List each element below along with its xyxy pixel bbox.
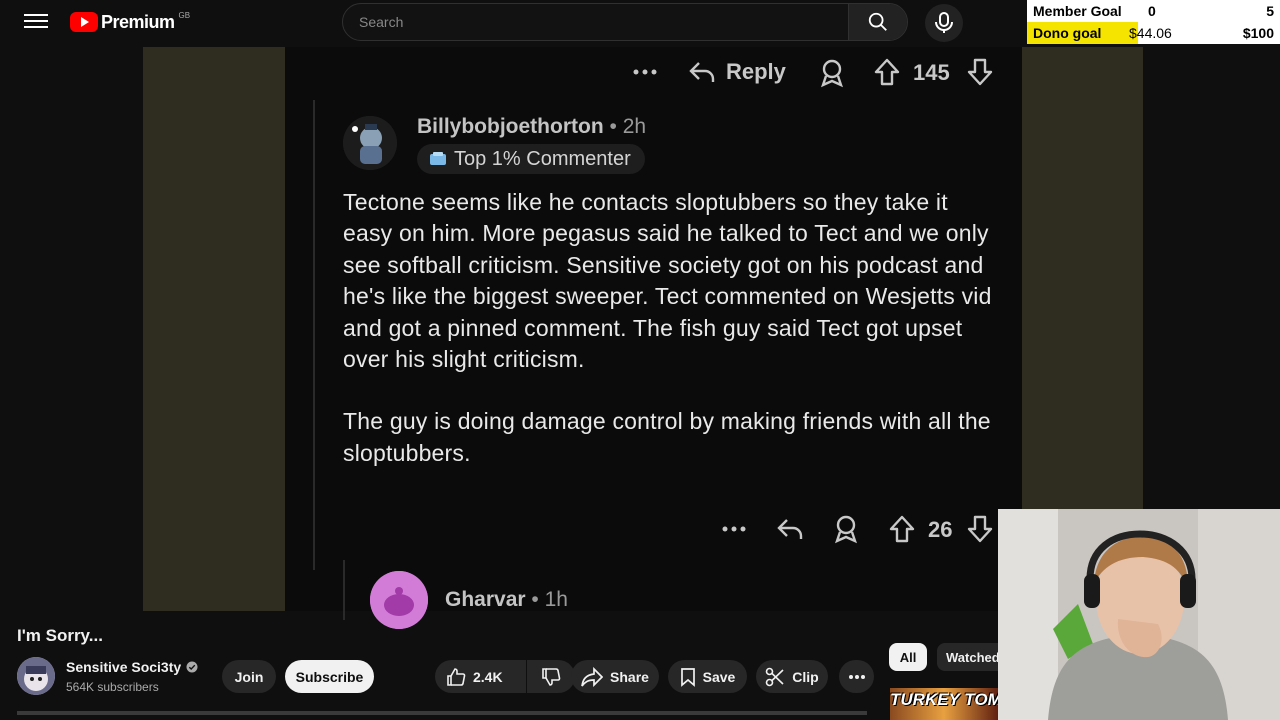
logo-text: Premium [101, 11, 175, 32]
channel-avatar[interactable] [17, 657, 55, 695]
clip-label: Clip [792, 668, 819, 685]
search-icon [868, 12, 887, 31]
clip-button[interactable]: Clip [756, 660, 828, 693]
dono-goal-current: $44.06 [1129, 25, 1172, 41]
top-commenter-badge: Top 1% Commenter [417, 144, 645, 174]
like-count: 2.4K [473, 668, 503, 685]
save-button[interactable]: Save [668, 660, 747, 693]
video-side-panel-left [143, 47, 285, 611]
reply-label: Reply [726, 59, 786, 84]
downvote-icon[interactable] [966, 57, 994, 87]
channel-name-text[interactable]: Sensitive Soci3ty [66, 659, 181, 675]
avatar[interactable] [370, 571, 428, 629]
join-label: Join [234, 668, 264, 685]
more-options-icon[interactable] [721, 519, 747, 539]
search-bar [342, 3, 908, 41]
member-goal-current: 0 [1148, 3, 1156, 19]
share-icon [581, 666, 604, 687]
streamer-webcam [998, 509, 1280, 720]
member-goal-target: 5 [1266, 3, 1274, 19]
search-input[interactable] [343, 4, 848, 40]
microphone-icon [935, 12, 953, 33]
award-icon[interactable] [818, 58, 846, 88]
comment-score: 26 [928, 517, 953, 542]
comment-body: Tectone seems like he contacts sloptubbe… [343, 187, 993, 500]
upvote-icon[interactable] [888, 514, 916, 544]
downvote-icon[interactable] [966, 514, 994, 544]
subscribe-button[interactable]: Subscribe [285, 660, 374, 693]
author-name[interactable]: Billybobjoethorton [417, 115, 604, 138]
thumbs-down-icon [542, 667, 561, 686]
stream-goal-overlay: Member Goal 0 5 Dono goal $44.06 $100 [1027, 0, 1280, 44]
voice-search-button[interactable] [925, 4, 963, 42]
bookmark-icon [680, 667, 695, 687]
video-title: I'm Sorry... [17, 626, 103, 645]
avatar[interactable] [343, 116, 397, 170]
more-horizontal-icon [848, 674, 865, 679]
thread-line-nested [343, 560, 345, 620]
dono-goal-label: Dono goal [1033, 25, 1102, 41]
dono-goal-target: $100 [1242, 25, 1274, 41]
video-progress-bar[interactable] [17, 711, 867, 715]
comment-author[interactable]: Billybobjoethorton • 2h [417, 115, 646, 139]
scissors-icon [765, 667, 784, 686]
reply-icon[interactable] [776, 515, 804, 543]
badge-label: Top 1% Commenter [454, 147, 631, 170]
recommended-video-thumbnail[interactable]: TURKEY TOM VS [890, 688, 998, 720]
youtube-play-icon [70, 12, 98, 32]
comment-paragraph: The guy is doing damage control by makin… [343, 408, 991, 466]
chip-watched-label: Watched [946, 649, 998, 665]
region-code: GB [178, 10, 191, 20]
search-button[interactable] [848, 4, 907, 40]
author-name[interactable]: Gharvar [445, 588, 526, 611]
dislike-button[interactable] [527, 660, 575, 693]
reply-icon [689, 62, 715, 82]
chip-all[interactable]: All [889, 643, 927, 671]
badge-icon [430, 152, 446, 165]
comment-time: 2h [622, 115, 647, 138]
like-button[interactable]: 2.4K [435, 660, 526, 693]
subscriber-count: 564K subscribers [66, 680, 159, 694]
channel-name[interactable]: Sensitive Soci3ty [66, 659, 198, 675]
member-goal-label: Member Goal [1033, 3, 1122, 19]
join-button[interactable]: Join [222, 660, 276, 693]
more-options-icon[interactable] [632, 62, 658, 82]
save-label: Save [702, 668, 736, 685]
reply-button[interactable]: Reply [688, 58, 786, 86]
upvote-icon[interactable] [873, 57, 901, 87]
youtube-premium-logo[interactable]: Premium GB [70, 10, 190, 34]
thread-line [313, 100, 315, 570]
comment-author[interactable]: Gharvar • 1h [445, 588, 568, 612]
subscribe-label: Subscribe [295, 668, 364, 685]
comment-time: 1h [544, 588, 568, 611]
thumbnail-text: TURKEY TOM VS [890, 690, 998, 709]
menu-button[interactable] [22, 10, 50, 34]
thumbs-up-icon [447, 667, 466, 686]
verified-icon [186, 661, 198, 673]
comment-paragraph: Tectone seems like he contacts sloptubbe… [343, 189, 992, 373]
chip-watched[interactable]: Watched [937, 643, 998, 671]
award-icon[interactable] [832, 514, 860, 544]
more-actions-button[interactable] [839, 660, 874, 693]
dono-goal-row: Dono goal $44.06 $100 [1027, 22, 1280, 44]
chip-all-label: All [899, 649, 917, 665]
share-label: Share [610, 668, 649, 685]
share-button[interactable]: Share [571, 660, 659, 693]
comment-score: 145 [913, 60, 950, 85]
member-goal-row: Member Goal 0 5 [1027, 0, 1280, 22]
